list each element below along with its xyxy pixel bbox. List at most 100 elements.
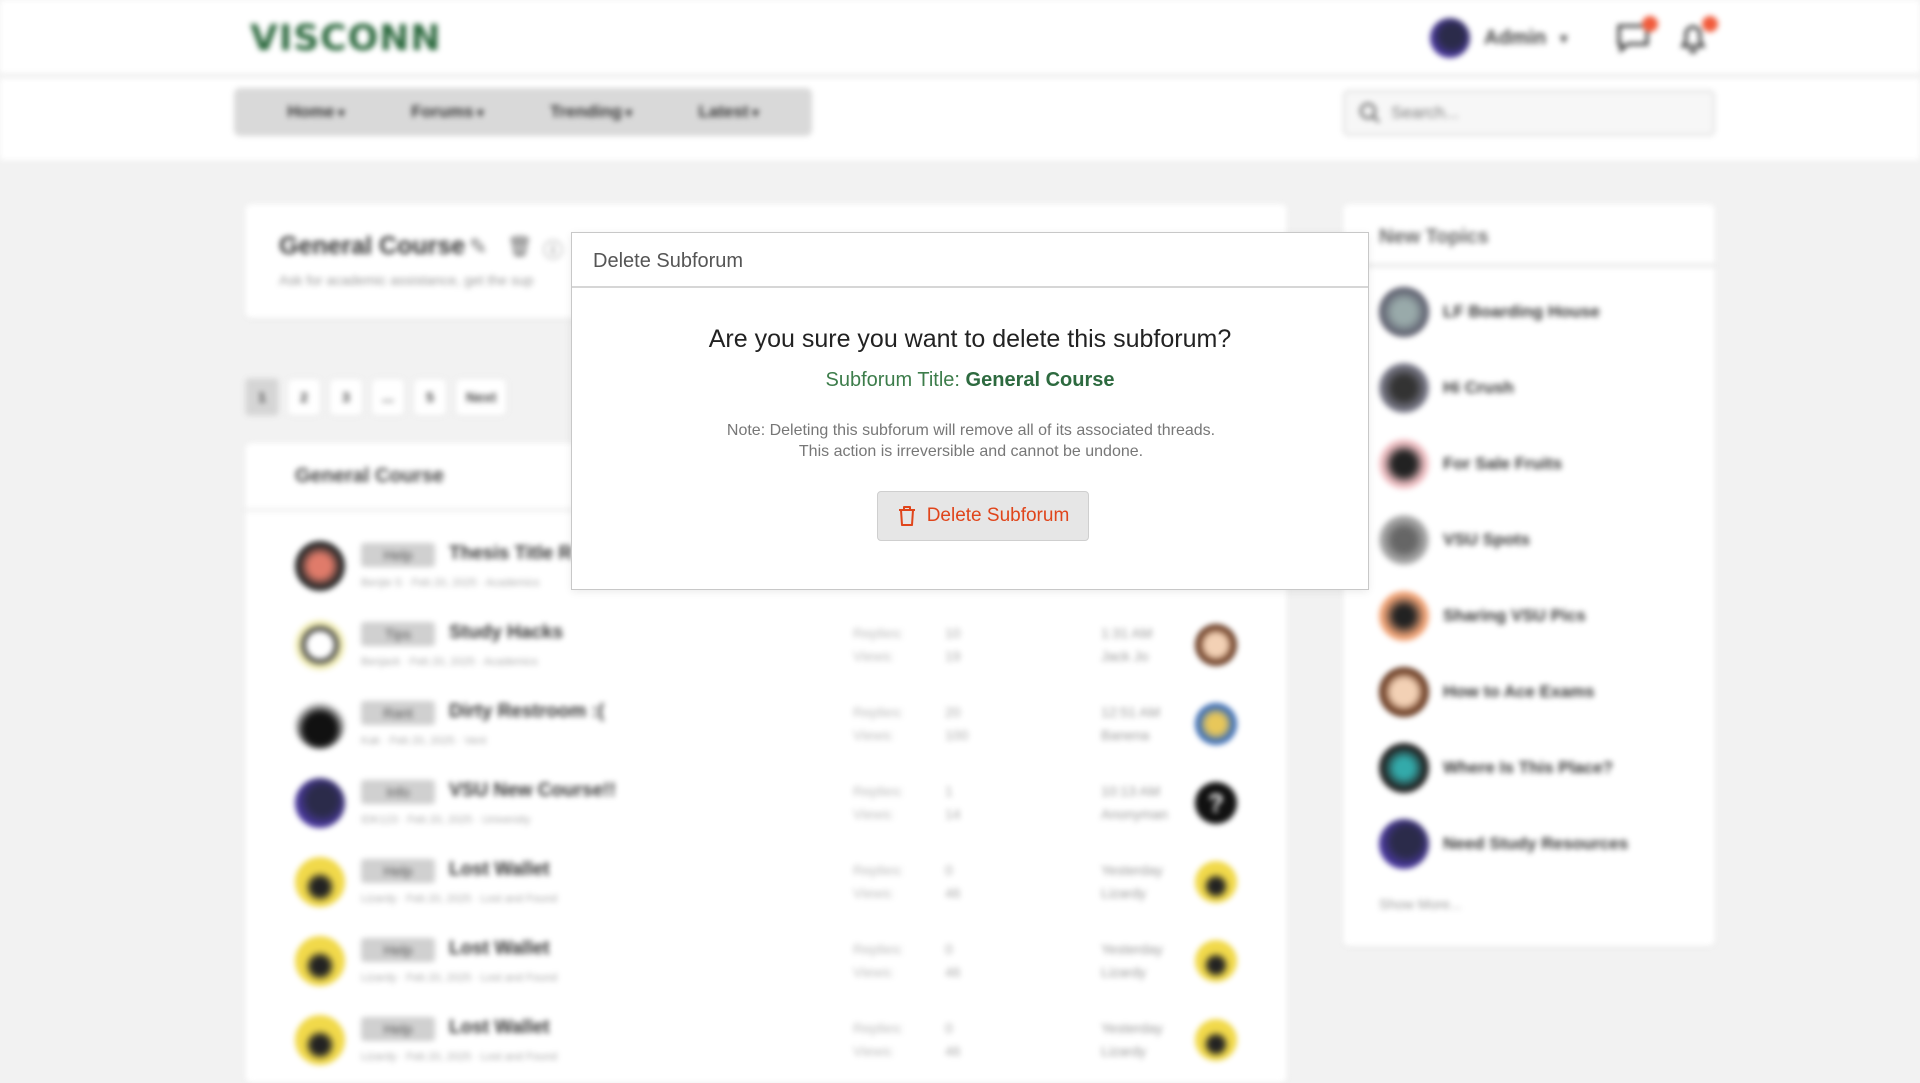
page-5[interactable]: 5 xyxy=(413,378,447,416)
thread-list-title: General Course xyxy=(295,465,444,487)
trash-icon[interactable]: 🗑 xyxy=(507,234,532,259)
page-1[interactable]: 1 xyxy=(245,378,279,416)
list-item[interactable]: Sharing VSU Pics xyxy=(1379,590,1586,642)
delete-subforum-modal: Delete Subforum Are you sure you want to… xyxy=(571,232,1369,590)
table-row[interactable]: Help Lost Wallet Lizardy · Feb 20, 2025 … xyxy=(245,1003,1285,1082)
list-item[interactable]: VSU Spots xyxy=(1379,514,1530,566)
avatar xyxy=(295,936,345,986)
thread-stats-labels: Replies: Views: xyxy=(853,783,904,822)
thread-title[interactable]: Lost Wallet xyxy=(449,1017,550,1039)
confirm-question: Are you sure you want to delete this sub… xyxy=(708,325,1232,353)
thread-tag: Tips xyxy=(361,622,435,646)
avatar xyxy=(1379,667,1429,717)
avatar xyxy=(295,620,345,670)
table-row[interactable]: Tips Study Hacks Benjack · Feb 20, 2025 … xyxy=(245,608,1285,687)
question-icon: ? xyxy=(1195,782,1237,824)
thread-title[interactable]: Dirty Restroom :( xyxy=(449,701,604,723)
table-row[interactable]: Help Lost Wallet Lizardy · Feb 20, 2025 … xyxy=(245,845,1285,924)
thread-tag: Help xyxy=(361,859,435,883)
avatar xyxy=(1379,287,1429,337)
delete-subforum-button[interactable]: Delete Subforum xyxy=(877,491,1089,541)
subforum-title-value: General Course xyxy=(965,369,1115,391)
table-row[interactable]: Info VSU New Course!! IDK123 · Feb 20, 2… xyxy=(245,766,1285,845)
thread-meta: Lizardy · Feb 20, 2025 · Lost and Found xyxy=(361,893,558,905)
user-name: Admin xyxy=(1484,26,1547,49)
thread-tag: Help xyxy=(361,938,435,962)
message-badge xyxy=(1642,16,1658,32)
next-page-button[interactable]: Next xyxy=(455,378,508,416)
topic-title: Sharing VSU Pics xyxy=(1443,606,1586,625)
thread-tag: Help xyxy=(361,543,435,567)
thread-stats-values: 10 19 xyxy=(945,625,961,664)
last-post-info: Yesterday Lizardy xyxy=(1101,862,1163,901)
thread-title[interactable]: Lost Wallet xyxy=(449,938,550,960)
avatar xyxy=(295,541,345,591)
search-icon xyxy=(1359,102,1380,123)
nav-forums[interactable]: Forums xyxy=(411,102,483,122)
list-item[interactable]: For Sale Fruits xyxy=(1379,438,1562,490)
show-more-link[interactable]: Show More... xyxy=(1379,896,1461,912)
logo[interactable]: VISCONN xyxy=(250,18,441,59)
page-title: General Course xyxy=(279,232,466,260)
list-item[interactable]: Hi Crush xyxy=(1379,362,1514,414)
thread-title[interactable]: VSU New Course!! xyxy=(449,780,616,802)
thread-title[interactable]: Lost Wallet xyxy=(449,859,550,881)
page-ellipsis[interactable]: ... xyxy=(371,378,405,416)
topic-title: Where Is This Place? xyxy=(1443,758,1614,777)
thread-meta: Benjack · Feb 20, 2025 · Academics xyxy=(361,656,538,668)
thread-stats-values: 0 46 xyxy=(945,1020,961,1059)
thread-meta: Benjie S · Feb 20, 2025 · Academics xyxy=(361,577,540,589)
new-topics-panel: New Topics LF Boarding House Hi Crush Fo… xyxy=(1343,204,1715,946)
avatar xyxy=(1379,515,1429,565)
topic-title: LF Boarding House xyxy=(1443,302,1600,321)
subforum-title-label: Subforum Title: xyxy=(825,369,966,391)
chevron-down-icon: ▾ xyxy=(1560,29,1568,46)
avatar xyxy=(1195,861,1237,903)
topic-title: Hi Crush xyxy=(1443,378,1514,397)
avatar xyxy=(1379,743,1429,793)
subforum-description: Ask for academic assistance, get the sup xyxy=(279,272,534,288)
trash-icon xyxy=(898,506,915,526)
bell-icon[interactable] xyxy=(1676,16,1718,54)
user-menu[interactable]: Admin ▾ xyxy=(1430,17,1567,59)
nav-latest[interactable]: Latest xyxy=(699,102,759,122)
modal-title: Delete Subforum xyxy=(572,233,1368,288)
thread-stats-values: 0 46 xyxy=(945,862,961,901)
thread-meta: Lizardy · Feb 20, 2025 · Lost and Found xyxy=(361,972,558,984)
nav-home[interactable]: Home xyxy=(287,102,344,122)
table-row[interactable]: Rant Dirty Restroom :( Kak · Feb 20, 202… xyxy=(245,687,1285,766)
page-3[interactable]: 3 xyxy=(329,378,363,416)
pagination: 1 2 3 ... 5 Next xyxy=(245,378,508,416)
warning-note: Note: Deleting this subforum will remove… xyxy=(726,422,1216,460)
info-icon[interactable]: ⓘ xyxy=(543,234,563,263)
list-item[interactable]: Need Study Resources xyxy=(1379,818,1628,870)
search-placeholder: Search... xyxy=(1391,103,1460,122)
nav-bar: Home Forums Trending Latest Search... xyxy=(0,78,1920,160)
thread-stats-labels: Replies: Views: xyxy=(853,941,904,980)
thread-title[interactable]: Study Hacks xyxy=(449,622,563,644)
messages-icon[interactable] xyxy=(1616,16,1658,54)
avatar xyxy=(295,1015,345,1065)
thread-tag: Rant xyxy=(361,701,435,725)
thread-stats-values: 20 100 xyxy=(945,704,969,743)
delete-button-label: Delete Subforum xyxy=(926,505,1070,526)
avatar xyxy=(1195,703,1237,745)
list-item[interactable]: How to Ace Exams xyxy=(1379,666,1594,718)
thread-stats-values: 1 14 xyxy=(945,783,961,822)
avatar xyxy=(1195,624,1237,666)
last-post-info: 1:31 AM Jack Jo xyxy=(1101,625,1153,664)
list-item[interactable]: Where Is This Place? xyxy=(1379,742,1613,794)
topic-title: For Sale Fruits xyxy=(1443,454,1563,473)
avatar xyxy=(1379,439,1429,489)
table-row[interactable]: Help Lost Wallet Lizardy · Feb 20, 2025 … xyxy=(245,924,1285,1003)
search-input[interactable]: Search... xyxy=(1343,90,1715,136)
thread-title[interactable]: Thesis Title R xyxy=(449,543,572,565)
nav-trending[interactable]: Trending xyxy=(550,102,632,122)
avatar xyxy=(1379,591,1429,641)
last-post-info: 12:51 AM Banena xyxy=(1101,704,1161,743)
page-2[interactable]: 2 xyxy=(287,378,321,416)
list-item[interactable]: LF Boarding House xyxy=(1379,286,1600,338)
main-nav: Home Forums Trending Latest xyxy=(234,88,812,136)
edit-icon[interactable]: ✎ xyxy=(469,234,487,260)
thread-meta: IDK123 · Feb 20, 2025 · University xyxy=(361,814,531,826)
